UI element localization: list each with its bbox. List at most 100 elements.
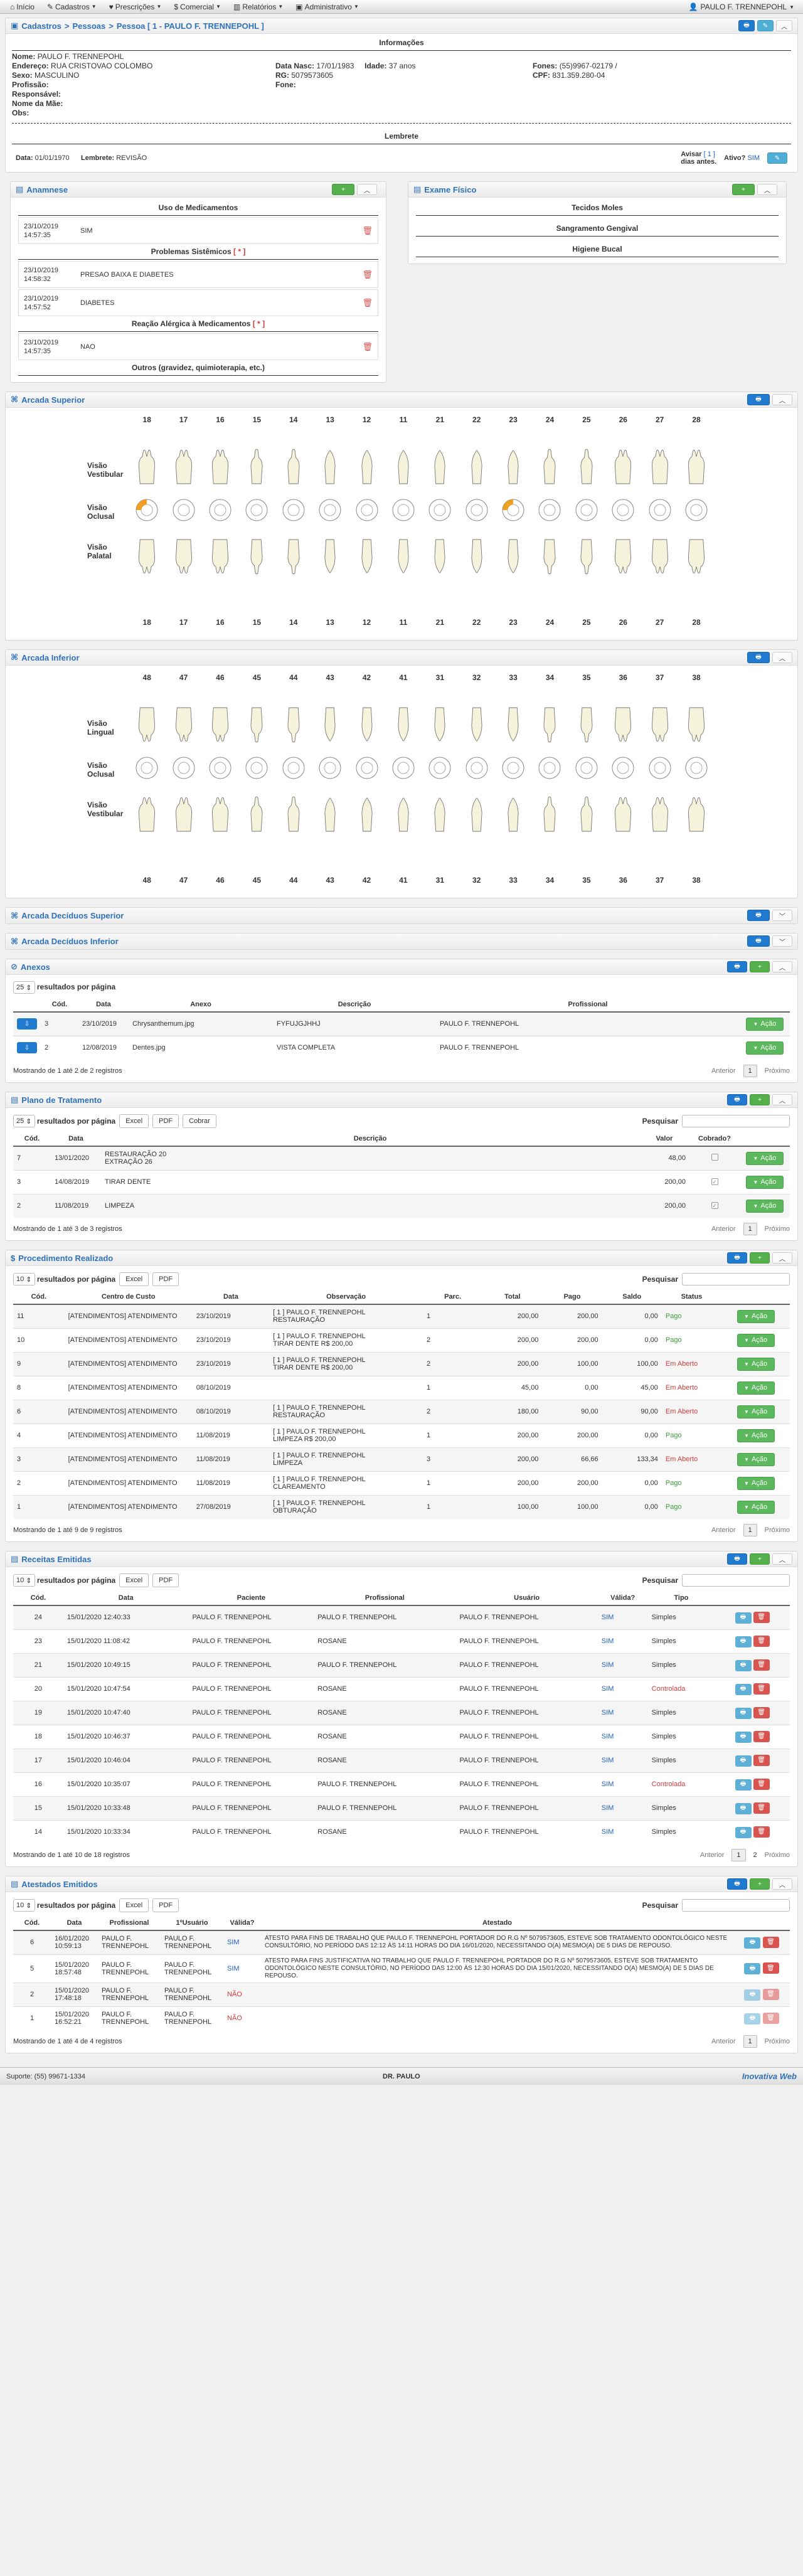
tooth-14[interactable]	[275, 447, 312, 489]
tooth-37[interactable]	[641, 794, 678, 836]
column-header[interactable]: Data	[51, 1916, 98, 1931]
collapse-button[interactable]: ︿	[772, 394, 792, 405]
action-button[interactable]: ▼ Ação	[746, 1017, 784, 1031]
excel-button[interactable]: Excel	[119, 1573, 149, 1587]
column-header[interactable]: Profissional	[98, 1916, 161, 1931]
add-button[interactable]: +	[750, 1878, 770, 1890]
tooth-32[interactable]	[459, 755, 495, 782]
print-icon[interactable]: 🖶	[735, 1683, 752, 1695]
excel-button[interactable]: Excel	[119, 1114, 149, 1128]
trash-icon[interactable]: 🗑	[362, 298, 373, 308]
page-2[interactable]: 2	[753, 1851, 757, 1859]
column-header[interactable]: Cód.	[13, 1290, 65, 1305]
tooth-22[interactable]	[459, 447, 495, 489]
tooth-28[interactable]	[678, 447, 715, 489]
print-icon[interactable]: 🖶	[735, 1731, 752, 1743]
column-header[interactable]: Profissional	[436, 998, 740, 1013]
column-header[interactable]: Saldo	[602, 1290, 662, 1305]
print-button[interactable]: 🖶	[727, 1094, 747, 1105]
tooth-15[interactable]	[238, 536, 275, 578]
prev-page[interactable]: Anterior	[711, 1067, 736, 1075]
prev-page[interactable]: Anterior	[711, 1526, 736, 1534]
current-page[interactable]: 1	[731, 1849, 746, 1861]
action-button[interactable]: ▼ Ação	[737, 1429, 775, 1442]
column-header[interactable]: Data	[51, 1132, 101, 1147]
tooth-43[interactable]	[312, 755, 348, 782]
trash-icon[interactable]: 🗑	[762, 2012, 779, 2024]
collapse-button[interactable]: ︿	[772, 1094, 792, 1105]
trash-icon[interactable]: 🗑	[762, 1936, 779, 1948]
column-header[interactable]: Data	[78, 998, 129, 1013]
collapse-button[interactable]: ︿	[357, 184, 377, 195]
search-input[interactable]	[682, 1115, 790, 1127]
column-header[interactable]: Paciente	[188, 1591, 314, 1606]
tooth-16[interactable]	[202, 498, 238, 524]
print-button[interactable]: 🖶	[747, 910, 770, 921]
tooth-45[interactable]	[238, 794, 275, 836]
action-button[interactable]: ▼ Ação	[737, 1476, 775, 1490]
tooth-38[interactable]	[678, 755, 715, 782]
tooth-42[interactable]	[348, 755, 385, 782]
action-button[interactable]: ▼ Ação	[737, 1405, 775, 1418]
tooth-44[interactable]	[275, 705, 312, 747]
tooth-37[interactable]	[641, 705, 678, 747]
tooth-24[interactable]	[531, 498, 568, 524]
tooth-31[interactable]	[422, 705, 458, 747]
trash-icon[interactable]: 🗑	[362, 226, 373, 236]
tooth-17[interactable]	[165, 536, 201, 578]
expand-button[interactable]: ﹀	[772, 910, 792, 921]
next-page[interactable]: Próximo	[765, 1851, 790, 1859]
current-page[interactable]: 1	[743, 1223, 757, 1235]
trash-icon[interactable]: 🗑	[753, 1730, 770, 1742]
tooth-31[interactable]	[422, 755, 458, 782]
column-header[interactable]: Cód.	[13, 1132, 51, 1147]
collapse-button[interactable]: ︿	[772, 961, 792, 972]
tooth-23[interactable]	[495, 447, 531, 489]
nav-item-1[interactable]: ✎ Cadastros ▼	[41, 3, 103, 11]
collapse-button[interactable]: ︿	[772, 1252, 792, 1264]
tooth-18[interactable]	[129, 498, 165, 524]
tooth-47[interactable]	[165, 705, 201, 747]
tooth-16[interactable]	[202, 536, 238, 578]
action-button[interactable]: ▼ Ação	[746, 1199, 784, 1213]
print-button[interactable]: 🖶	[747, 935, 770, 947]
column-header[interactable]: Anexo	[129, 998, 273, 1013]
print-button[interactable]: 🖶	[747, 394, 770, 405]
tooth-41[interactable]	[385, 755, 422, 782]
tooth-41[interactable]	[385, 794, 422, 836]
tooth-25[interactable]	[568, 498, 605, 524]
trash-icon[interactable]: 🗑	[753, 1802, 770, 1814]
tooth-13[interactable]	[312, 536, 348, 578]
tooth-45[interactable]	[238, 755, 275, 782]
action-button[interactable]: ▼ Ação	[737, 1381, 775, 1395]
print-button[interactable]: 🖶	[727, 961, 747, 972]
column-header[interactable]: Pago	[542, 1290, 602, 1305]
tooth-48[interactable]	[129, 794, 165, 836]
column-header[interactable]: Usuário	[455, 1591, 598, 1606]
tooth-12[interactable]	[348, 498, 385, 524]
tooth-34[interactable]	[531, 755, 568, 782]
add-anamnese-button[interactable]: +	[332, 184, 354, 195]
edit-button[interactable]: ✎	[757, 20, 774, 31]
tooth-46[interactable]	[202, 755, 238, 782]
next-page[interactable]: Próximo	[765, 1526, 790, 1534]
column-header[interactable]: Cód.	[13, 1916, 51, 1931]
tooth-31[interactable]	[422, 794, 458, 836]
download-icon[interactable]: ⇩	[17, 1042, 37, 1054]
prev-page[interactable]: Anterior	[711, 2038, 736, 2045]
add-button[interactable]: +	[750, 1553, 770, 1565]
add-button[interactable]: +	[750, 1094, 770, 1105]
tooth-33[interactable]	[495, 794, 531, 836]
tooth-45[interactable]	[238, 705, 275, 747]
action-button[interactable]: ▼ Ação	[737, 1333, 775, 1347]
column-header[interactable]: Data	[192, 1290, 270, 1305]
column-header[interactable]: Observação	[269, 1290, 423, 1305]
tooth-27[interactable]	[641, 447, 678, 489]
action-button[interactable]: ▼ Ação	[746, 1041, 784, 1055]
prev-page[interactable]: Anterior	[700, 1851, 725, 1859]
tooth-35[interactable]	[568, 705, 605, 747]
nav-item-5[interactable]: ▣ Administrativo ▼	[289, 3, 365, 11]
collapse-button[interactable]: ︿	[757, 184, 777, 195]
pdf-button[interactable]: PDF	[152, 1272, 179, 1286]
tooth-36[interactable]	[605, 705, 641, 747]
